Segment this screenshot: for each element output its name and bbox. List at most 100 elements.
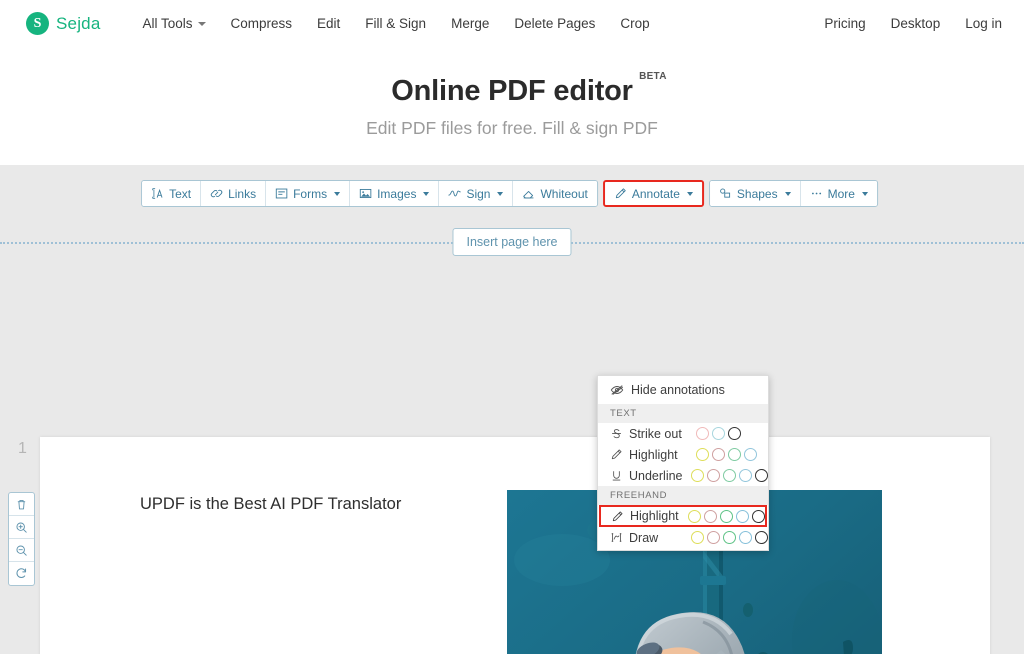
page-title: Online PDF editor BETA [391,71,666,108]
zoom-in-button[interactable] [9,516,34,539]
link-icon [210,189,223,198]
toolbar-button-label: Sign [466,186,491,201]
marker-icon [612,511,623,521]
toolbar-button-links[interactable]: Links [201,181,267,206]
annotate-dropdown-menu: Hide annotations TEXT Strike out Highlig… [597,375,769,551]
color-swatch-group [696,448,757,461]
document-heading: UPDF is the Best AI PDF Translator [140,495,402,513]
forms-icon [275,188,288,199]
chevron-down-icon [784,191,791,196]
toolbar-button-label: Shapes [736,186,778,201]
color-swatch[interactable] [723,469,736,482]
trash-icon [17,499,26,509]
menu-item-text-highlight[interactable]: Highlight [598,444,768,465]
nav-item-desktop[interactable]: Desktop [891,16,941,31]
color-swatch[interactable] [723,531,736,544]
nav-right-group: Pricing Desktop Log in [824,16,1002,31]
app-root: S Sejda All Tools Compress Edit Fill & S… [0,0,1024,654]
chevron-down-icon [423,191,430,196]
page-side-toolbar [8,492,35,586]
toolbar-group-main: Text Links Forms Images Sign Whiteout [141,180,598,207]
delete-page-button[interactable] [9,493,34,516]
zoom-out-icon [16,544,27,556]
editor-area: Text Links Forms Images Sign Whiteout An… [0,165,1024,654]
menu-item-strike-out-label: Strike out [610,427,696,441]
menu-item-label: Hide annotations [631,383,725,397]
color-swatch-group [688,509,765,523]
top-navigation-bar: S Sejda All Tools Compress Edit Fill & S… [0,0,1024,47]
menu-item-label: Underline [629,468,683,483]
color-swatch[interactable] [739,469,752,482]
nav-item-compress[interactable]: Compress [231,16,293,31]
nav-item-crop[interactable]: Crop [620,16,649,31]
nav-item-pricing[interactable]: Pricing [824,16,865,31]
insert-page-here-button[interactable]: Insert page here [452,228,572,256]
menu-item-draw[interactable]: Draw [598,527,768,548]
color-swatch[interactable] [712,448,725,461]
color-swatch[interactable] [728,427,741,440]
chevron-down-icon [861,191,868,196]
nav-item-log-in[interactable]: Log in [965,16,1002,31]
toolbar-button-shapes[interactable]: Shapes [709,181,801,206]
menu-item-label: Highlight [630,509,679,523]
sejda-logo-icon: S [26,12,49,35]
zoom-out-button[interactable] [9,539,34,562]
color-swatch[interactable] [728,448,741,461]
underline-icon [612,471,621,481]
text-cursor-icon [152,188,163,199]
menu-item-freehand-highlight[interactable]: Highlight [599,505,767,527]
menu-item-label: Highlight [629,447,678,462]
signature-icon [448,190,462,197]
toolbar-group-extra: Shapes More [708,180,878,207]
color-swatch[interactable] [691,469,704,482]
menu-item-draw-label: Draw [610,531,691,545]
color-swatch[interactable] [739,531,752,544]
color-swatch[interactable] [755,531,768,544]
color-swatch[interactable] [696,427,709,440]
nav-item-merge[interactable]: Merge [451,16,489,31]
nav-item-fill-and-sign[interactable]: Fill & Sign [365,16,426,31]
eye-slash-icon [610,385,624,395]
rotate-icon [16,568,27,578]
shapes-icon [719,188,730,198]
nav-item-all-tools[interactable]: All Tools [142,16,206,31]
color-swatch[interactable] [744,448,757,461]
editor-toolbar: Text Links Forms Images Sign Whiteout An… [141,180,883,207]
toolbar-button-more[interactable]: More [800,181,877,206]
beta-badge: BETA [639,71,667,82]
color-swatch[interactable] [712,427,725,440]
toolbar-button-label: More [827,186,855,201]
menu-item-label: Strike out [629,426,682,441]
menu-item-strike-out[interactable]: Strike out [598,423,768,444]
chevron-down-icon [497,191,504,196]
menu-item-hide-annotations[interactable]: Hide annotations [598,376,768,404]
pdf-page[interactable]: UPDF is the Best AI PDF Translator [40,437,990,654]
menu-item-text-highlight-label: Highlight [610,448,696,462]
toolbar-button-sign[interactable]: Sign [439,181,514,206]
color-swatch[interactable] [691,531,704,544]
menu-item-underline[interactable]: Underline [598,465,768,486]
toolbar-button-text[interactable]: Text [142,181,202,206]
color-swatch[interactable] [755,469,768,482]
color-swatch[interactable] [752,509,765,523]
color-swatch[interactable] [688,509,701,523]
toolbar-button-forms[interactable]: Forms [266,181,351,206]
toolbar-button-whiteout[interactable]: Whiteout [513,181,597,206]
color-swatch[interactable] [704,509,717,523]
page-number-label: 1 [18,440,27,457]
menu-section-text: TEXT [598,404,768,423]
color-swatch[interactable] [696,448,709,461]
toolbar-button-label: Forms [293,186,328,201]
color-swatch[interactable] [707,469,720,482]
toolbar-button-annotate[interactable]: Annotate [604,182,702,205]
color-swatch[interactable] [720,509,733,523]
rotate-page-button[interactable] [9,562,34,585]
color-swatch-group [691,469,768,482]
nav-item-delete-pages[interactable]: Delete Pages [514,16,595,31]
nav-item-edit[interactable]: Edit [317,16,340,31]
brand-logo-link[interactable]: S Sejda [26,12,100,35]
toolbar-button-images[interactable]: Images [350,181,440,206]
color-swatch[interactable] [707,531,720,544]
color-swatch[interactable] [736,509,749,523]
color-swatch-group [691,531,768,544]
